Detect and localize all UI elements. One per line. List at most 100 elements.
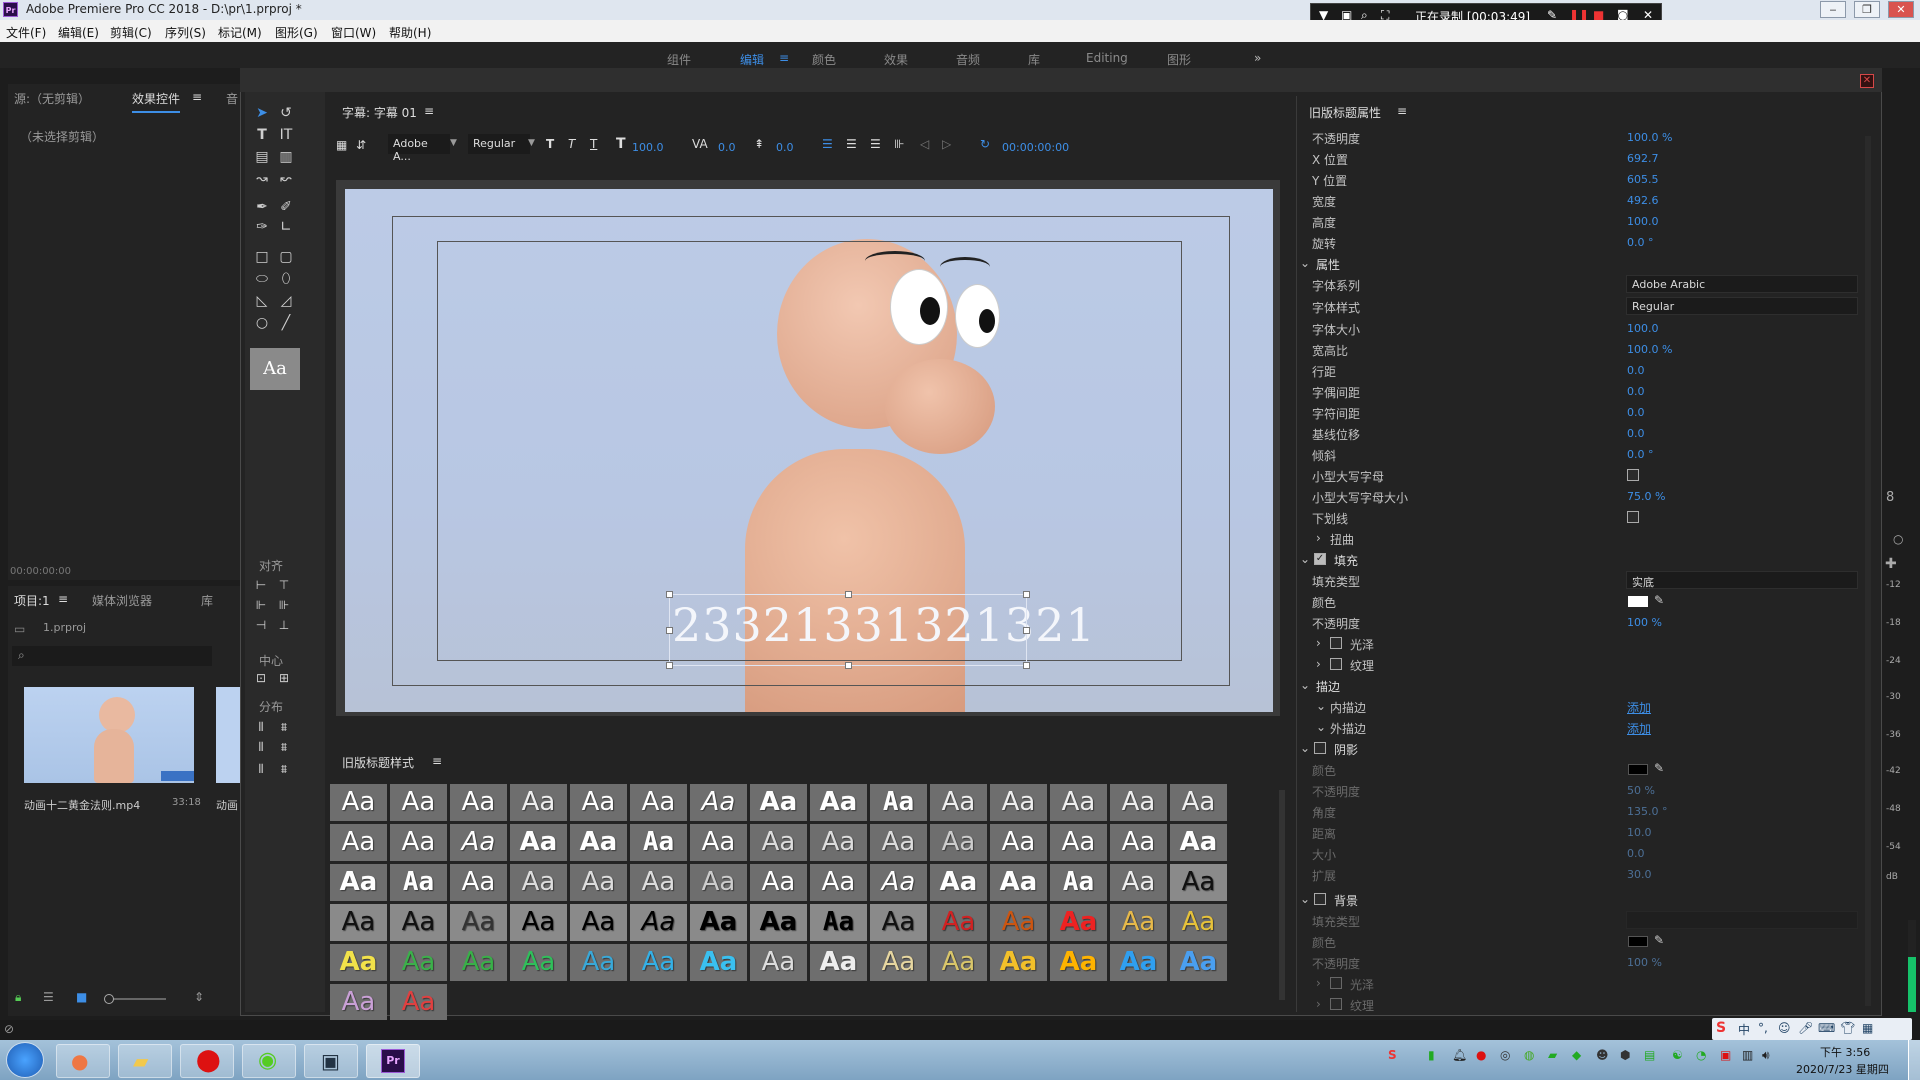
tray-icon[interactable]: ▮ xyxy=(1428,1048,1435,1062)
eyedropper-icon[interactable]: ✎ xyxy=(1654,761,1664,775)
chevron-right-icon[interactable]: › xyxy=(1316,997,1321,1011)
style-swatch[interactable]: Aa xyxy=(1110,944,1167,981)
small-caps-checkbox[interactable] xyxy=(1627,469,1639,481)
small-caps-size-value[interactable]: 75.0 % xyxy=(1627,490,1665,503)
add-anchor-tool-icon[interactable]: ✑ xyxy=(253,218,271,236)
menu-icon[interactable]: ≡ xyxy=(432,754,442,768)
zoom-slider-handle[interactable] xyxy=(104,994,114,1004)
style-swatch[interactable]: Aa xyxy=(810,944,867,981)
style-swatch[interactable]: Aa xyxy=(1110,784,1167,821)
tray-icon[interactable]: ◆ xyxy=(1572,1048,1581,1062)
style-swatch[interactable]: Aa xyxy=(750,904,807,941)
style-swatch[interactable]: Aa xyxy=(330,784,387,821)
style-swatch[interactable]: Aa xyxy=(690,824,747,861)
bold-icon[interactable]: T xyxy=(546,137,554,151)
style-swatch[interactable]: Aa xyxy=(810,904,867,941)
rounded-rect-tool-icon[interactable]: ▢ xyxy=(277,248,295,266)
style-swatch[interactable]: Aa xyxy=(570,824,627,861)
skin-icon[interactable]: 👕︎ xyxy=(1840,1021,1855,1035)
style-swatch[interactable]: Aa xyxy=(1050,784,1107,821)
style-swatch[interactable]: Aa xyxy=(930,784,987,821)
font-family-dropdown[interactable]: Adobe Arabic xyxy=(1626,275,1858,293)
transform-4-value[interactable]: 100.0 xyxy=(1627,215,1659,228)
style-swatch[interactable]: Aa xyxy=(330,944,387,981)
style-swatch[interactable]: Aa xyxy=(750,944,807,981)
chevron-down-icon[interactable]: ⌄ xyxy=(1316,720,1326,734)
workspace-tab-audio[interactable]: 音频 xyxy=(956,51,980,68)
style-swatch[interactable]: Aa xyxy=(450,904,507,941)
menu-icon[interactable]: ≡ xyxy=(58,592,68,606)
workspace-tab-editing[interactable]: 编辑 xyxy=(740,51,764,68)
emoji-icon[interactable]: ☺ xyxy=(1778,1021,1791,1035)
style-swatch[interactable]: Aa xyxy=(810,824,867,861)
distribute-middle-icon[interactable]: ⩩ xyxy=(275,738,293,756)
style-swatch[interactable]: Aa xyxy=(870,824,927,861)
shadow-1-value[interactable]: 50 % xyxy=(1627,784,1655,797)
fill-opacity-value[interactable]: 100 % xyxy=(1627,616,1662,629)
distribute-left-icon[interactable]: ⫴ xyxy=(252,718,270,736)
style-swatch[interactable]: Aa xyxy=(570,784,627,821)
align-text-right-icon[interactable]: ☰ xyxy=(870,137,881,151)
attr-5-value[interactable]: 0.0 xyxy=(1627,427,1645,440)
taskbar-app-green[interactable]: ◉ xyxy=(242,1044,296,1078)
chevron-right-icon[interactable]: › xyxy=(1316,976,1321,990)
align-vcenter-icon[interactable]: ⊪ xyxy=(275,596,293,614)
tray-icon[interactable]: ⬢ xyxy=(1620,1048,1630,1062)
attr-6-value[interactable]: 0.0 ° xyxy=(1627,448,1654,461)
bg-opacity-value[interactable]: 100 % xyxy=(1627,956,1662,969)
align-top-icon[interactable]: ⊤ xyxy=(275,576,293,594)
minimize-button[interactable]: ‒ xyxy=(1820,1,1846,18)
resize-handle[interactable] xyxy=(845,591,852,598)
chevron-right-icon[interactable]: › xyxy=(1316,636,1321,650)
workspace-tab-library[interactable]: 库 xyxy=(1028,51,1040,68)
maximize-button[interactable]: ❐ xyxy=(1854,1,1880,18)
menu-sequence[interactable]: 序列(S) xyxy=(165,24,206,41)
menu-graphics[interactable]: 图形(G) xyxy=(275,24,318,41)
chevron-right-icon[interactable]: › xyxy=(1316,531,1321,545)
convert-anchor-tool-icon[interactable]: ∟ xyxy=(277,218,295,236)
prev-frame-icon[interactable]: ◁ xyxy=(920,137,929,151)
transform-0-value[interactable]: 100.0 % xyxy=(1627,131,1672,144)
style-swatch[interactable]: Aa xyxy=(450,824,507,861)
icon-view-icon[interactable]: ■ xyxy=(76,990,87,1004)
font-family-select[interactable]: Adobe A... xyxy=(388,134,450,163)
fill-type-dropdown[interactable]: 实底 xyxy=(1626,571,1858,589)
delete-anchor-tool-icon[interactable]: ✐ xyxy=(277,198,295,216)
style-swatch[interactable]: Aa xyxy=(870,864,927,901)
style-swatch[interactable]: Aa xyxy=(630,864,687,901)
tray-icon[interactable]: ◍ xyxy=(1524,1048,1534,1062)
style-swatch[interactable]: Aa xyxy=(450,864,507,901)
sogou-s-icon[interactable]: S xyxy=(1716,1020,1726,1036)
workspace-tab-graphics[interactable]: 图形 xyxy=(1167,51,1191,68)
align-bottom-icon[interactable]: ⊥ xyxy=(275,616,293,634)
tab-effect-controls[interactable]: 效果控件 xyxy=(132,90,181,113)
tray-icon[interactable]: ▣ xyxy=(1720,1048,1731,1062)
selection-tool-icon[interactable]: ➤ xyxy=(253,104,271,122)
resize-handle[interactable] xyxy=(666,662,673,669)
attr-2-value[interactable]: 0.0 xyxy=(1627,364,1645,377)
clock-date[interactable]: 2020/7/23 星期四 xyxy=(1796,1061,1889,1077)
center-vertical-icon[interactable]: ⊞ xyxy=(275,669,293,687)
chevron-down-icon[interactable]: ⌄ xyxy=(1300,741,1310,755)
style-swatch[interactable]: Aa xyxy=(390,864,447,901)
network-icon[interactable]: ▥ xyxy=(1742,1048,1753,1062)
italic-icon[interactable]: T xyxy=(568,137,575,151)
style-swatch[interactable]: Aa xyxy=(570,864,627,901)
style-swatch[interactable]: Aa xyxy=(1110,904,1167,941)
taskbar-explorer[interactable]: ▰ xyxy=(118,1044,172,1078)
style-swatch[interactable]: Aa xyxy=(1050,864,1107,901)
underline-checkbox[interactable] xyxy=(1627,511,1639,523)
clock-time[interactable]: 下午 3:56 xyxy=(1820,1044,1870,1060)
bell-icon[interactable]: 🔔︎ xyxy=(1452,1048,1467,1062)
tray-icons-2[interactable]: ☯ ◔ ▣ ▥ 🔊︎ xyxy=(1672,1048,1772,1072)
ime-toolbar[interactable]: S 中 °, ☺ 🎤︎ ⌨ 👕︎ ▦ xyxy=(1712,1018,1912,1040)
center-horizontal-icon[interactable]: ⊡ xyxy=(252,669,270,687)
style-swatch[interactable]: Aa xyxy=(810,864,867,901)
chevron-down-icon[interactable]: ▼ xyxy=(528,138,535,148)
path-type-tool-icon[interactable]: ↝ xyxy=(253,170,271,188)
align-right-icon[interactable]: ⊣ xyxy=(252,616,270,634)
style-swatch[interactable]: Aa xyxy=(630,904,687,941)
fill-section[interactable]: 填充 xyxy=(1334,552,1358,569)
toolbox-icon[interactable]: ▦ xyxy=(1862,1021,1873,1035)
sync-icon[interactable]: ↻ xyxy=(980,137,990,151)
